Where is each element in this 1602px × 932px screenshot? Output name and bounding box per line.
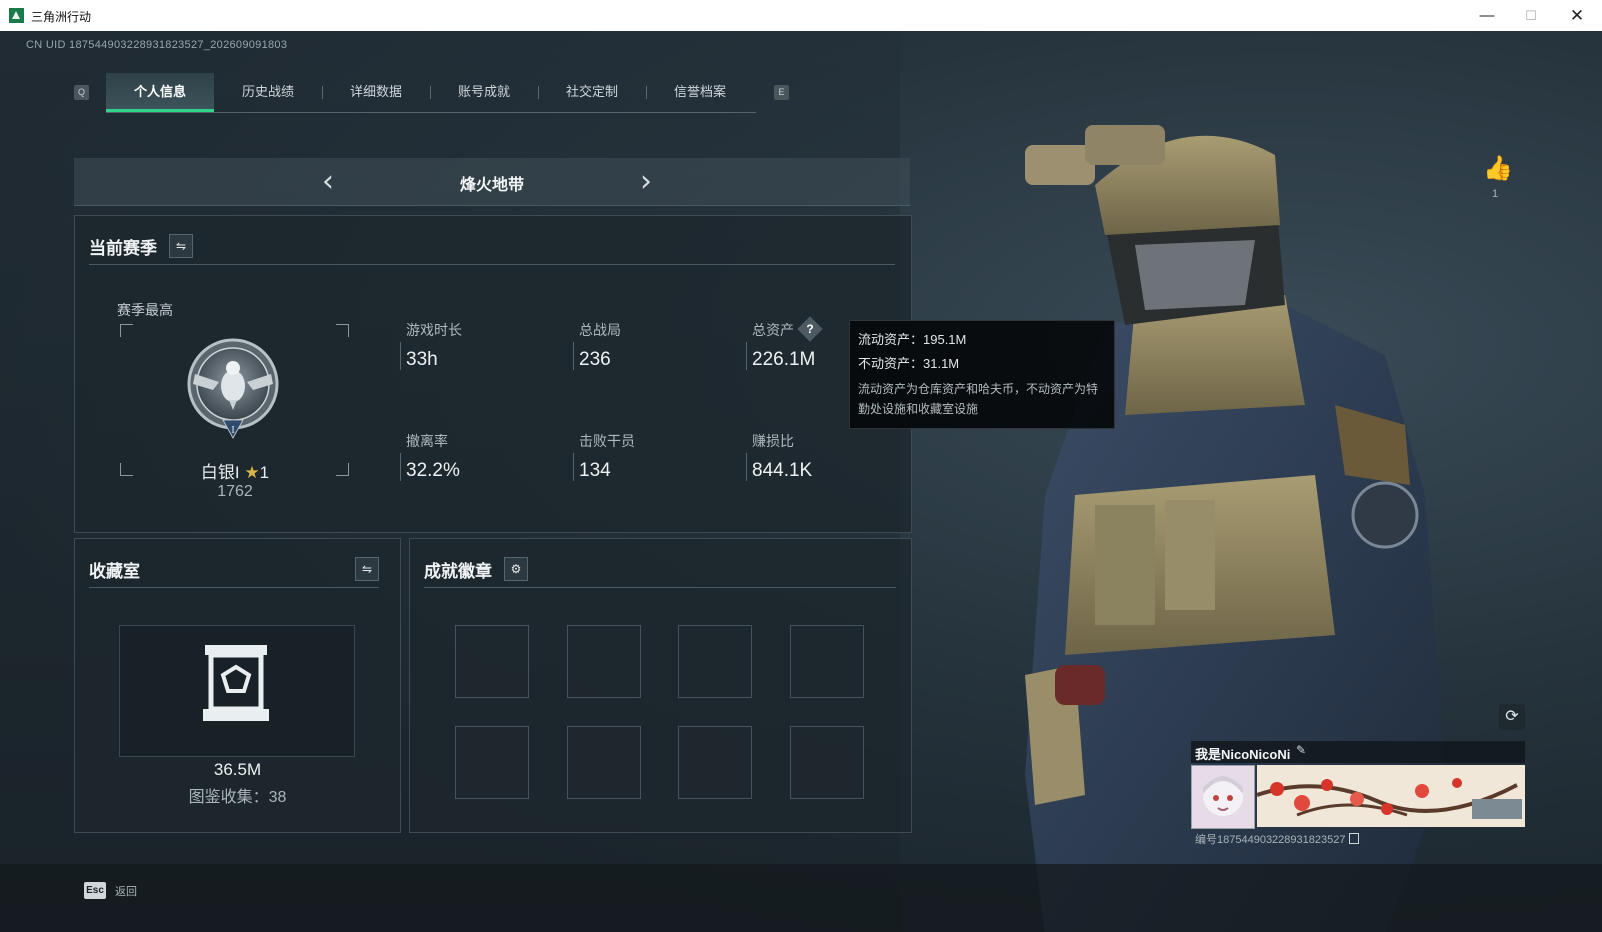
stat-total-matches: 总战局 236 [573,320,621,371]
stat-value: 32.2% [406,460,460,481]
collection-title: 收藏室 [89,562,140,581]
frame-corner [336,324,349,337]
app-logo-icon [9,8,24,23]
tooltip-description: 流动资产为仓库资产和哈夫币，不动资产为特勤处设施和收藏室设施 [858,382,1099,416]
achievement-slot[interactable] [455,726,529,799]
divider [89,264,895,265]
tooltip-liquid: 流动资产：195.1M [858,332,967,347]
stat-label: 赚损比 [752,433,794,449]
achievements-panel: 成就徽章 ⚙ [409,538,912,833]
display-case-icon [203,645,269,721]
edit-icon[interactable]: ✎ [1296,743,1306,757]
stat-playtime: 游戏时长 33h [400,320,462,371]
tab-reputation[interactable]: 信誉档案 [646,73,754,111]
collection-value: 36.5M [213,760,262,779]
avatar-image [1192,766,1254,828]
tab-details[interactable]: 详细数据 [322,73,430,111]
collection-count: 图鉴收集：38 [188,789,287,806]
stat-label: 总战局 [579,322,621,338]
close-button[interactable]: ✕ [1555,0,1599,31]
tooltip-fixed: 不动资产：31.1M [858,356,960,371]
tab-underline [106,112,756,113]
stat-value: 134 [579,460,611,481]
stat-value: 236 [579,349,611,370]
divider [424,587,896,588]
esc-key[interactable]: Esc [84,882,106,899]
back-label[interactable]: 返回 [115,883,137,899]
achievement-slot[interactable] [790,726,864,799]
minimize-button[interactable]: — [1465,0,1509,31]
bottom-bar: Esc 返回 [0,864,1602,932]
help-icon-glyph: ? [806,322,814,336]
stat-label: 击败干员 [579,433,635,449]
rank-score: 1762 [217,483,253,500]
achievements-title: 成就徽章 [424,562,492,581]
achievement-slot[interactable] [455,625,529,698]
stat-label: 撤离率 [406,433,448,449]
rank-name-text: 白银I [200,463,240,482]
mode-title: 烽火地带 [459,177,524,194]
help-icon[interactable]: ? [797,316,823,342]
player-name: 我是NicoNicoNi [1195,747,1291,762]
chevron-right-icon[interactable]: › [640,164,652,199]
player-id-text: 编号187544903228931823527 [1195,834,1346,846]
achievement-slot[interactable] [790,625,864,698]
maximize-button[interactable]: ☐ [1509,0,1553,31]
star-icon: ★ [244,463,260,482]
stat-divider [573,342,574,370]
frame-corner [120,324,133,337]
player-card-header: 我是NicoNicoNi ✎ [1191,741,1525,763]
player-banner[interactable] [1257,765,1525,827]
season-panel: 当前赛季 ⇋ 赛季最高 I 白银I ★1 1762 游戏时长 33h 总战局 2… [74,215,912,533]
svg-text:I: I [231,425,234,436]
stat-divider [573,453,574,481]
mode-selector: ‹ 烽火地带 › [74,158,910,206]
window-title: 三角洲行动 [31,10,92,24]
gear-icon[interactable]: ⚙ [504,557,528,581]
switch-icon[interactable]: ⇋ [355,557,379,581]
player-id: 编号187544903228931823527 [1195,831,1360,847]
game-screen: CN UID 187544903228931823527_20260909180… [0,31,1602,932]
like-count: 1 [1492,188,1499,200]
uid-label: CN UID 187544903228931823527_20260909180… [26,39,288,51]
tab-next-key[interactable]: E [774,85,789,100]
rank-label: 赛季最高 [117,302,173,318]
season-title: 当前赛季 [89,239,157,258]
collection-panel[interactable]: 收藏室 ⇋ 36.5M 图鉴收集：38 [74,538,401,833]
stat-kills: 击败干员 134 [573,431,635,482]
rank-star-count: 1 [259,463,270,482]
rank-badge-icon: I [187,338,279,440]
assets-tooltip: 流动资产：195.1M 不动资产：31.1M 流动资产为仓库资产和哈夫币，不动资… [849,320,1115,429]
stat-label: 游戏时长 [406,322,462,338]
stat-extraction-rate: 撤离率 32.2% [400,431,460,482]
tab-prev-key[interactable]: Q [74,85,89,100]
achievement-slot[interactable] [678,625,752,698]
avatar[interactable] [1191,765,1255,829]
stat-value: 33h [406,349,438,370]
tab-personal-info[interactable]: 个人信息 [106,73,214,112]
switch-icon[interactable]: ⇋ [169,234,193,258]
tab-achievements[interactable]: 账号成就 [430,73,538,111]
rank-name: 白银I ★1 [75,458,395,483]
tab-bar: Q 个人信息 历史战绩 详细数据 账号成就 社交定制 信誉档案 E [70,73,792,113]
thumbs-up-icon[interactable]: 👍 [1483,154,1513,183]
achievement-slot[interactable] [678,726,752,799]
stat-value: 844.1K [752,460,813,481]
divider [89,587,379,588]
plum-blossom-banner [1257,765,1525,827]
player-card: 我是NicoNicoNi ✎ 编号187544903228931823527 [1191,741,1525,851]
stat-divider [400,342,401,370]
achievement-slot[interactable] [567,726,641,799]
achievement-slot[interactable] [567,625,641,698]
copy-icon[interactable] [1349,833,1360,844]
stat-divider [400,453,401,481]
refresh-icon[interactable]: ⟳ [1499,704,1525,730]
tab-social[interactable]: 社交定制 [538,73,646,111]
window-titlebar: 三角洲行动 — ☐ ✕ [0,0,1602,32]
stat-value: 226.1M [752,349,816,370]
tab-history[interactable]: 历史战绩 [214,73,322,111]
stat-profit-loss: 赚损比 844.1K [746,431,813,482]
stat-divider [746,342,747,370]
stat-divider [746,453,747,481]
